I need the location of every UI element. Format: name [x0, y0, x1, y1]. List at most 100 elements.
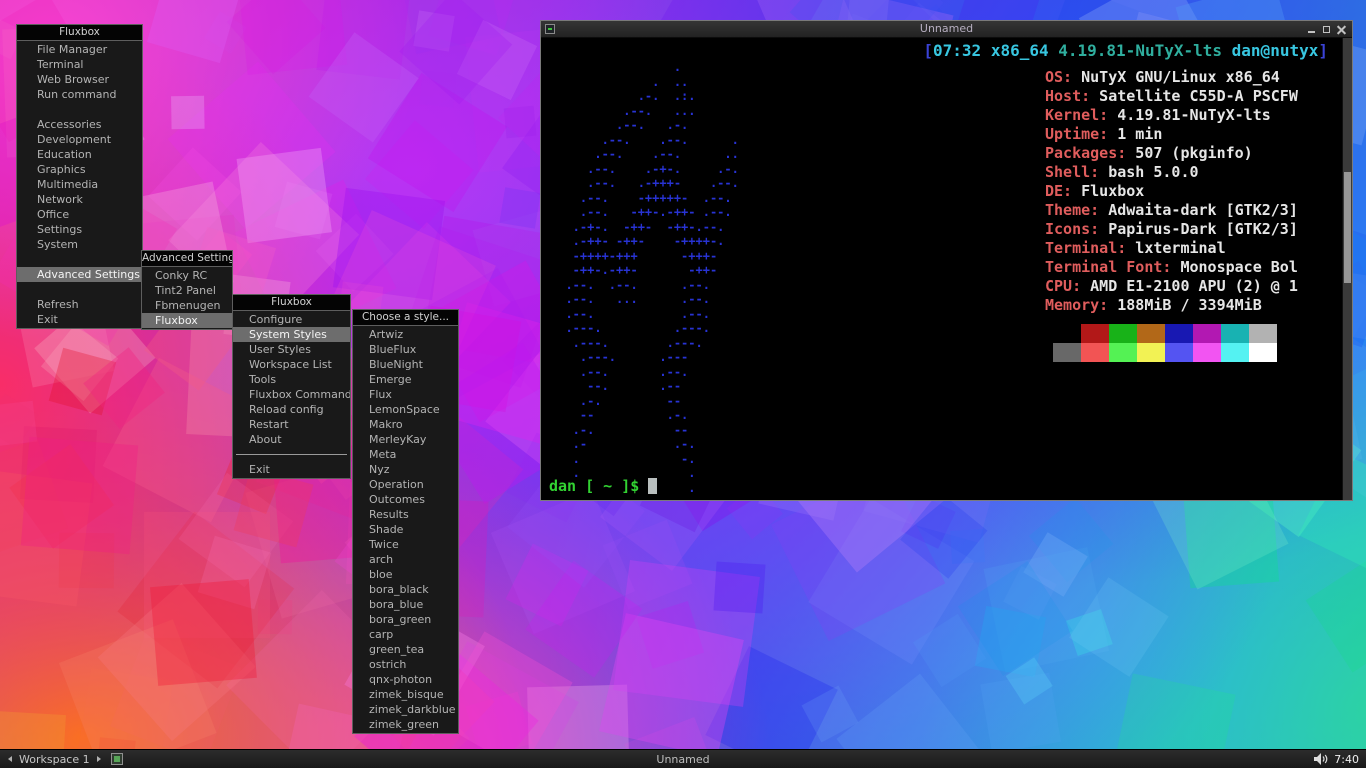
- taskbar-right: 7:40: [1314, 753, 1366, 766]
- workspace-label[interactable]: Workspace 1: [19, 753, 90, 766]
- menu-item-artwiz[interactable]: Artwiz: [353, 327, 458, 342]
- menu-item-zimek-green[interactable]: zimek_green: [353, 717, 458, 732]
- menu-item-tools[interactable]: Tools: [233, 372, 350, 387]
- menu-items: Configure System Styles User Styles Workspa…: [233, 311, 350, 478]
- menu-item-merleykay[interactable]: MerleyKay: [353, 432, 458, 447]
- menu-item-configure[interactable]: Configure: [233, 312, 350, 327]
- menu-item-zimek-darkblue[interactable]: zimek_darkblue: [353, 702, 458, 717]
- menu-item-fluxbox[interactable]: Fluxbox: [142, 313, 232, 328]
- terminal-titlebar[interactable]: Unnamed: [541, 21, 1352, 38]
- terminal-window: Unnamed [07:32 x86_64 4.19.81-NuTyX-lts …: [540, 20, 1353, 501]
- info-line: Shell: bash 5.0.0: [1045, 163, 1199, 181]
- menu-item-meta[interactable]: Meta: [353, 447, 458, 462]
- menu-item-education[interactable]: Education: [17, 147, 142, 162]
- terminal-screen[interactable]: [07:32 x86_64 4.19.81-NuTyX-lts dan@nuty…: [541, 38, 1352, 500]
- menu-item-about[interactable]: About: [233, 432, 350, 447]
- menu-item-bluenight[interactable]: BlueNight: [353, 357, 458, 372]
- ascii-art-logo: . . .. .-. .:. .--. ... .--. .-. .--. .-…: [565, 60, 739, 495]
- workspace-prev-icon[interactable]: [5, 753, 15, 765]
- menu-item-restart[interactable]: Restart: [233, 417, 350, 432]
- info-line: Terminal: lxterminal: [1045, 239, 1226, 257]
- taskbar-window-title[interactable]: Unnamed: [0, 753, 1366, 766]
- menu-item-operation[interactable]: Operation: [353, 477, 458, 492]
- menu-title[interactable]: Fluxbox: [233, 295, 350, 311]
- advanced-settings-menu: Advanced Settings Conky RC Tint2 Panel Fbm…: [141, 250, 233, 330]
- menu-item-bora-green[interactable]: bora_green: [353, 612, 458, 627]
- menu-item-bloe[interactable]: bloe: [353, 567, 458, 582]
- menu-item-emerge[interactable]: Emerge: [353, 372, 458, 387]
- menu-item-bora-blue[interactable]: bora_blue: [353, 597, 458, 612]
- wallpaper-square: [147, 0, 241, 63]
- menu-item-tint2-panel[interactable]: Tint2 Panel: [142, 283, 232, 298]
- menu-item-accessories[interactable]: Accessories: [17, 117, 142, 132]
- menu-item-development[interactable]: Development: [17, 132, 142, 147]
- menu-item-nyz[interactable]: Nyz: [353, 462, 458, 477]
- menu-item-workspace-list[interactable]: Workspace List: [233, 357, 350, 372]
- menu-item-graphics[interactable]: Graphics: [17, 162, 142, 177]
- close-icon[interactable]: [1337, 25, 1346, 34]
- menu-item-exit[interactable]: Exit: [17, 312, 142, 327]
- menu-title[interactable]: Advanced Settings: [142, 251, 232, 267]
- menu-item-carp[interactable]: carp: [353, 627, 458, 642]
- color-palette-row: [1053, 343, 1333, 362]
- menu-item-makro[interactable]: Makro: [353, 417, 458, 432]
- menu-item-user-styles[interactable]: User Styles: [233, 342, 350, 357]
- wallpaper-square: [498, 187, 541, 230]
- menu-title[interactable]: Fluxbox: [17, 25, 142, 41]
- menu-item-ostrich[interactable]: ostrich: [353, 657, 458, 672]
- menu-item-green-tea[interactable]: green_tea: [353, 642, 458, 657]
- info-line: OS: NuTyX GNU/Linux x86_64: [1045, 68, 1280, 86]
- menu-item-twice[interactable]: Twice: [353, 537, 458, 552]
- maximize-icon[interactable]: [1322, 25, 1331, 34]
- menu-item-bora-black[interactable]: bora_black: [353, 582, 458, 597]
- menu-item-conky-rc[interactable]: Conky RC: [142, 268, 232, 283]
- wallpaper-square: [21, 436, 140, 555]
- workspace-next-icon[interactable]: [94, 753, 104, 765]
- menu-item-zimek-bisque[interactable]: zimek_bisque: [353, 687, 458, 702]
- info-line: DE: Fluxbox: [1045, 182, 1145, 200]
- iconbar-app-icon[interactable]: [110, 753, 123, 765]
- menu-item-fluxbox-command[interactable]: Fluxbox Command: [233, 387, 350, 402]
- system-info-block: OS: NuTyX GNU/Linux x86_64 Host: Satellit…: [1045, 68, 1333, 362]
- menu-item-lemonspace[interactable]: LemonSpace: [353, 402, 458, 417]
- menu-item-terminal[interactable]: Terminal: [17, 57, 142, 72]
- menu-item-network[interactable]: Network: [17, 192, 142, 207]
- info-line: Packages: 507 (pkginfo): [1045, 144, 1253, 162]
- info-line: Terminal Font: Monospace Bol: [1045, 258, 1298, 276]
- menu-item-multimedia[interactable]: Multimedia: [17, 177, 142, 192]
- menu-item-reload-config[interactable]: Reload config: [233, 402, 350, 417]
- fluxbox-submenu: Fluxbox Configure System Styles User Style…: [232, 294, 351, 479]
- menu-item-web-browser[interactable]: Web Browser: [17, 72, 142, 87]
- menu-spacer: [17, 102, 142, 117]
- menu-item-qnx-photon[interactable]: qnx-photon: [353, 672, 458, 687]
- menu-spacer: [17, 282, 142, 297]
- info-line: CPU: AMD E1-2100 APU (2) @ 1: [1045, 277, 1298, 295]
- minimize-icon[interactable]: [1307, 25, 1316, 34]
- menu-item-arch[interactable]: arch: [353, 552, 458, 567]
- menu-item-outcomes[interactable]: Outcomes: [353, 492, 458, 507]
- window-menu-icon[interactable]: [545, 24, 555, 34]
- menu-item-system-styles[interactable]: System Styles: [233, 327, 350, 342]
- menu-item-run-command[interactable]: Run command: [17, 87, 142, 102]
- terminal-header-line: [07:32 x86_64 4.19.81-NuTyX-lts dan@nuty…: [923, 41, 1328, 60]
- menu-item-results[interactable]: Results: [353, 507, 458, 522]
- menu-item-file-manager[interactable]: File Manager: [17, 42, 142, 57]
- menu-item-system[interactable]: System: [17, 237, 142, 252]
- wallpaper-square: [150, 579, 258, 687]
- terminal-title: Unnamed: [919, 22, 974, 35]
- terminal-scrollbar[interactable]: [1342, 38, 1352, 500]
- menu-item-flux[interactable]: Flux: [353, 387, 458, 402]
- menu-items: Artwiz BlueFlux BlueNight Emerge Flux LemonSp…: [353, 326, 458, 733]
- menu-item-blueflux[interactable]: BlueFlux: [353, 342, 458, 357]
- menu-item-fbmenugen[interactable]: Fbmenugen: [142, 298, 232, 313]
- menu-item-settings[interactable]: Settings: [17, 222, 142, 237]
- menu-item-exit[interactable]: Exit: [233, 462, 350, 477]
- volume-icon[interactable]: [1314, 753, 1329, 765]
- scrollbar-thumb[interactable]: [1344, 171, 1351, 283]
- menu-item-shade[interactable]: Shade: [353, 522, 458, 537]
- color-palette-row: [1053, 324, 1333, 343]
- menu-item-refresh[interactable]: Refresh: [17, 297, 142, 312]
- menu-item-office[interactable]: Office: [17, 207, 142, 222]
- menu-item-advanced-settings[interactable]: Advanced Settings: [17, 267, 142, 282]
- menu-title[interactable]: Choose a style...: [353, 310, 458, 326]
